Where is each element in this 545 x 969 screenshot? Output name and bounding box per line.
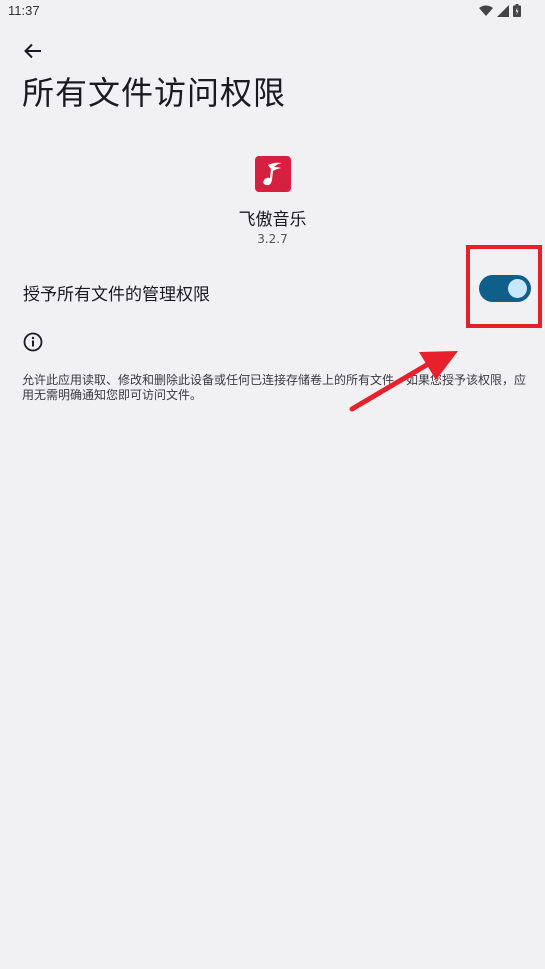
annotation-arrow-icon [349, 351, 458, 412]
annotation-highlight-box [466, 245, 542, 328]
page-title: 所有文件访问权限 [22, 74, 287, 112]
status-icons [479, 4, 521, 17]
app-logo-icon [263, 162, 282, 186]
battery-icon [513, 4, 521, 17]
permission-description: 允许此应用读取、修改和删除此设备或任何已连接存储卷上的所有文件。如果您授予该权限… [22, 373, 527, 402]
all-files-permission-row[interactable]: 授予所有文件的管理权限 [0, 262, 545, 318]
wifi-icon [479, 5, 493, 16]
app-icon [255, 156, 291, 192]
info-icon [23, 332, 43, 352]
signal-icon [497, 4, 509, 17]
back-button[interactable] [18, 38, 48, 64]
status-time: 11:37 [8, 3, 40, 18]
back-arrow-icon [24, 43, 41, 59]
status-bar: 11:37 [0, 0, 545, 24]
app-version: 3.2.7 [257, 232, 288, 246]
app-name: 飞傲音乐 [238, 210, 307, 230]
setting-label: 授予所有文件的管理权限 [23, 285, 210, 305]
